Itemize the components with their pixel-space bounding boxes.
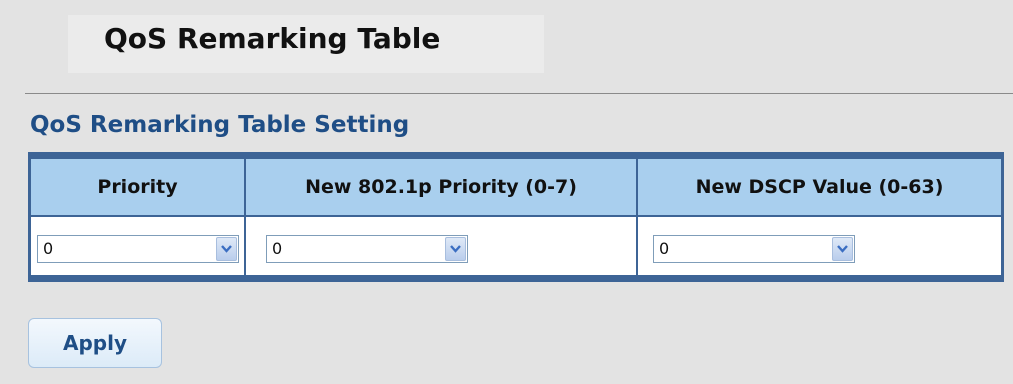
priority-select-value: 0: [43, 239, 54, 258]
header-new-dscp-value: New DSCP Value (0-63): [695, 176, 944, 198]
qos-remarking-page: QoS Remarking Table QoS Remarking Table …: [0, 0, 1013, 384]
page-title: QoS Remarking Table: [104, 22, 441, 55]
apply-button[interactable]: Apply: [28, 318, 162, 368]
new-dscp-value-select[interactable]: 0: [653, 235, 855, 263]
priority-select[interactable]: 0: [37, 235, 239, 263]
header-priority: Priority: [97, 176, 178, 198]
new-8021p-priority-select-value: 0: [272, 239, 283, 258]
header-new-8021p-priority: New 802.1p Priority (0-7): [305, 176, 577, 198]
chevron-down-icon[interactable]: [832, 237, 853, 261]
qos-remarking-table: Priority New 802.1p Priority (0-7) New D…: [28, 152, 1004, 282]
header-row-divider: [31, 215, 1001, 217]
chevron-down-icon[interactable]: [445, 237, 466, 261]
new-dscp-value-select-value: 0: [659, 239, 670, 258]
chevron-down-icon[interactable]: [216, 237, 237, 261]
title-divider: [25, 93, 1013, 94]
section-title: QoS Remarking Table Setting: [30, 112, 410, 138]
new-8021p-priority-select[interactable]: 0: [266, 235, 468, 263]
